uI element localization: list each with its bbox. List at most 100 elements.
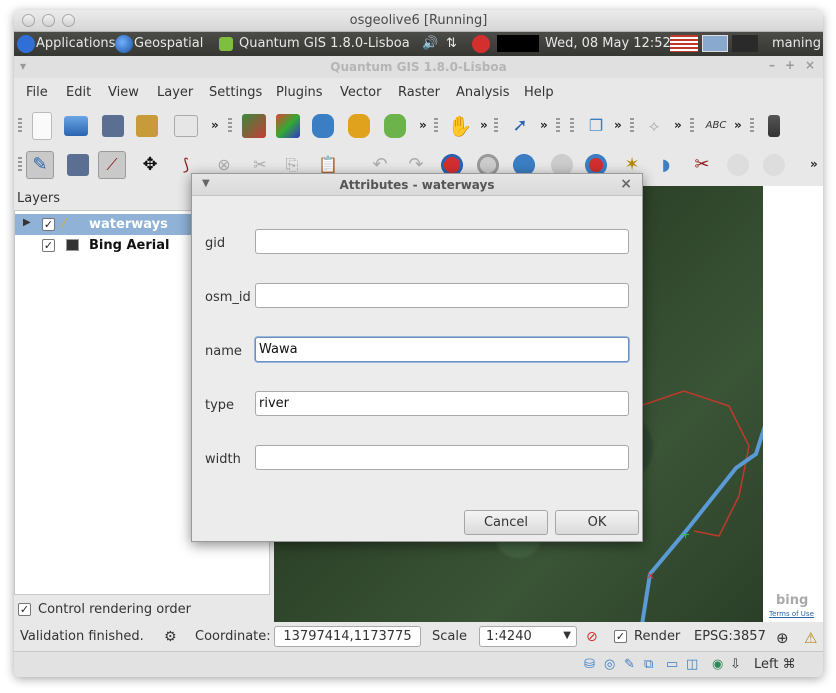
network-icon[interactable]: ⇅: [446, 36, 457, 51]
identify-features-icon[interactable]: ➚: [506, 112, 534, 140]
terms-of-use-link[interactable]: Terms of Use: [769, 610, 814, 618]
toolbar-grip[interactable]: [18, 157, 22, 173]
toggle-coordinate-display-icon[interactable]: ⚙: [164, 629, 177, 645]
menu-file[interactable]: File: [26, 85, 48, 100]
qgis-minimize-icon[interactable]: –: [769, 58, 775, 72]
add-spatialite-layer-icon[interactable]: [348, 114, 370, 138]
save-edits-icon[interactable]: [67, 154, 89, 176]
add-feature-icon[interactable]: ⟋: [98, 151, 126, 179]
pan-hand-icon[interactable]: ✋: [446, 112, 474, 140]
display-icon[interactable]: ◫: [686, 657, 698, 672]
keyboard-layout-flag-icon[interactable]: [670, 35, 698, 52]
label-tool-icon[interactable]: ABC: [702, 112, 730, 140]
print-composer-icon[interactable]: [174, 115, 198, 137]
map-blank-area[interactable]: bing Terms of Use: [763, 186, 823, 622]
control-rendering-order-checkbox[interactable]: ✓: [18, 603, 31, 616]
applications-menu[interactable]: Applications: [36, 36, 115, 51]
osm-id-field[interactable]: [255, 283, 629, 308]
type-field[interactable]: [255, 391, 629, 416]
geospatial-menu[interactable]: Geospatial: [134, 36, 203, 51]
messages-warning-icon[interactable]: ⚠: [804, 629, 817, 647]
toolbar-grip[interactable]: [556, 118, 560, 134]
plugin-manager-icon[interactable]: [768, 115, 780, 137]
menu-raster[interactable]: Raster: [398, 85, 440, 100]
name-field[interactable]: [255, 337, 629, 362]
menu-help[interactable]: Help: [524, 85, 554, 100]
menu-settings[interactable]: Settings: [209, 85, 262, 100]
toolbar-grip[interactable]: [18, 118, 22, 134]
toolbar-grip[interactable]: [434, 118, 438, 134]
workspace-switcher[interactable]: [702, 35, 728, 52]
update-notifier-icon[interactable]: [472, 35, 490, 53]
toolbar-overflow-icon[interactable]: »: [540, 118, 548, 132]
add-vector-layer-icon[interactable]: [242, 114, 266, 138]
toolbar-overflow-icon[interactable]: »: [419, 118, 427, 132]
menu-layer[interactable]: Layer: [157, 85, 193, 100]
usb-icon[interactable]: ✎: [624, 657, 635, 672]
crs-icon[interactable]: ⊕: [776, 629, 789, 647]
toolbar-overflow-icon[interactable]: »: [734, 118, 742, 132]
toolbar-grip[interactable]: [690, 118, 694, 134]
move-feature-icon[interactable]: ✥: [136, 151, 164, 179]
network-adapter-icon[interactable]: ⧉: [644, 657, 653, 672]
gps-tool-icon[interactable]: ⟡: [640, 112, 668, 140]
layer-visibility-checkbox[interactable]: ✓: [42, 218, 55, 231]
offset-curve-icon[interactable]: ◗: [652, 151, 680, 179]
control-rendering-order[interactable]: ✓ Control rendering order: [14, 598, 270, 622]
scale-combobox[interactable]: 1:4240 ▼: [479, 626, 577, 647]
ok-button[interactable]: OK: [555, 510, 639, 535]
save-as-icon[interactable]: [136, 115, 158, 137]
mouse-integration-icon[interactable]: ⇩: [730, 657, 741, 672]
toolbar-overflow-icon[interactable]: »: [674, 118, 682, 132]
toolbar-overflow-icon[interactable]: »: [614, 118, 622, 132]
help-contents-icon[interactable]: ❐: [582, 112, 610, 140]
workspace-switcher-2[interactable]: [732, 35, 758, 52]
toolbar-overflow-icon[interactable]: »: [211, 118, 219, 132]
render-label: Render: [634, 629, 681, 644]
menu-plugins[interactable]: Plugins: [276, 85, 323, 100]
new-project-icon[interactable]: [32, 112, 52, 140]
menu-view[interactable]: View: [108, 85, 139, 100]
hard-disk-icon[interactable]: ⛁: [584, 657, 595, 672]
optical-drive-icon[interactable]: ◎: [604, 657, 615, 672]
add-wms-layer-icon[interactable]: [384, 114, 406, 138]
layer-name: waterways: [89, 217, 168, 232]
toolbar-grip[interactable]: [494, 118, 498, 134]
coordinate-field[interactable]: 13797414,1173775: [274, 626, 421, 647]
field-row-name: name: [192, 337, 642, 367]
crs-status[interactable]: EPSG:3857: [694, 629, 766, 644]
menu-edit[interactable]: Edit: [66, 85, 91, 100]
toolbar-grip[interactable]: [630, 118, 634, 134]
add-postgis-layer-icon[interactable]: [312, 114, 334, 138]
cancel-button[interactable]: Cancel: [464, 510, 548, 535]
menubar: File Edit View Layer Settings Plugins Ve…: [14, 80, 823, 106]
open-project-icon[interactable]: [64, 116, 88, 136]
toolbar-grip[interactable]: [750, 118, 754, 134]
user-menu[interactable]: maning: [772, 36, 821, 51]
toolbar-grip[interactable]: [570, 118, 574, 134]
toolbar-overflow-icon[interactable]: »: [810, 157, 818, 171]
render-checkbox[interactable]: ✓: [614, 630, 627, 643]
toolbar-grip[interactable]: [228, 118, 232, 134]
save-project-icon[interactable]: [102, 115, 124, 137]
stop-render-icon[interactable]: ⊘: [586, 629, 598, 645]
toolbar-overflow-icon[interactable]: »: [480, 118, 488, 132]
datetime[interactable]: Wed, 08 May 12:52: [545, 36, 671, 51]
qgis-maximize-icon[interactable]: +: [785, 58, 795, 72]
width-field[interactable]: [255, 445, 629, 470]
qgis-taskbar-item[interactable]: Quantum GIS 1.8.0-Lisboa: [239, 36, 410, 51]
menu-analysis[interactable]: Analysis: [456, 85, 510, 100]
add-raster-layer-icon[interactable]: [276, 114, 300, 138]
toggle-editing-icon[interactable]: ✎: [26, 151, 54, 179]
menu-vector[interactable]: Vector: [340, 85, 381, 100]
layer-visibility-checkbox[interactable]: ✓: [42, 239, 55, 252]
shared-folders-icon[interactable]: ▭: [666, 657, 678, 672]
expand-arrow-icon[interactable]: ▶: [23, 217, 31, 228]
volume-icon[interactable]: 🔊: [422, 36, 438, 51]
merge-selected-icon[interactable]: [724, 151, 752, 179]
dialog-close-icon[interactable]: ×: [620, 176, 632, 192]
qgis-close-icon[interactable]: ×: [805, 58, 815, 72]
merge-attributes-icon[interactable]: [760, 151, 788, 179]
split-features-icon[interactable]: ✂: [688, 151, 716, 179]
gid-field[interactable]: [255, 229, 629, 254]
